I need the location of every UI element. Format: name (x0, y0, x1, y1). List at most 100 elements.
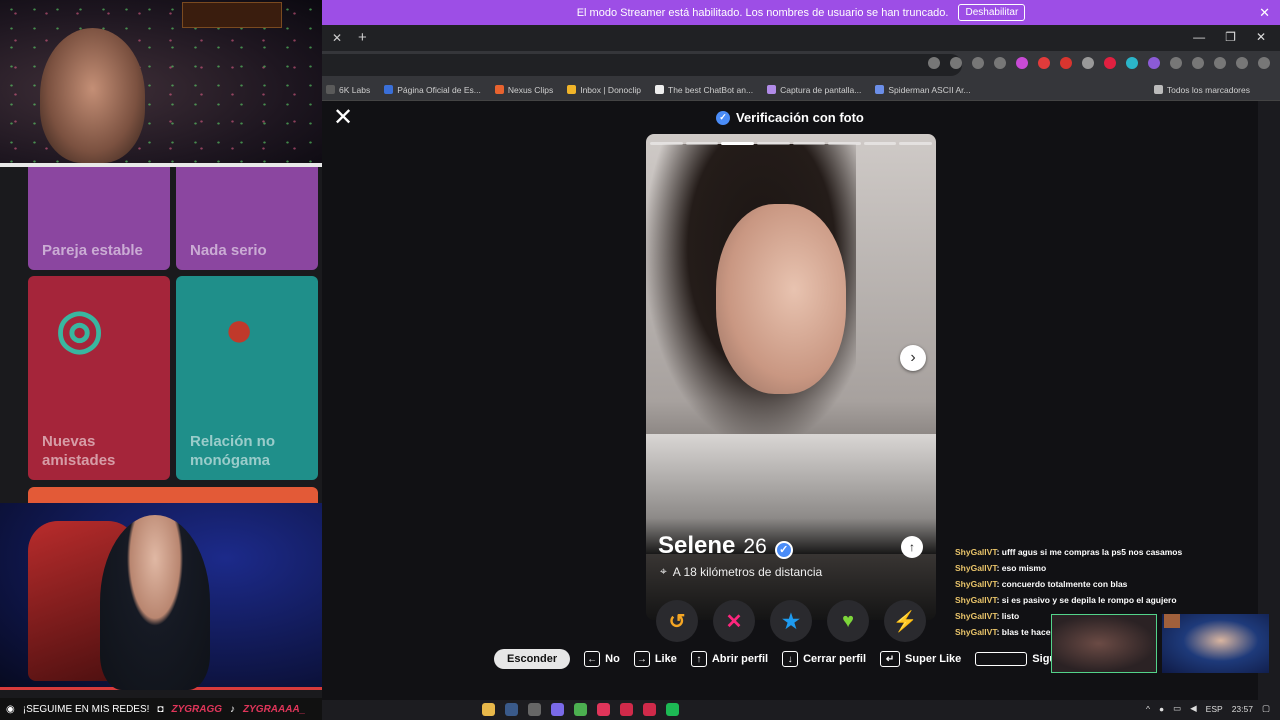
mini-webcam-1 (1051, 614, 1157, 673)
chat-user: ShyGallVT (955, 547, 997, 557)
instagram-icon: ◘ (157, 703, 164, 715)
zoom-icon[interactable] (972, 57, 984, 69)
location-icon[interactable] (928, 57, 940, 69)
steam-icon[interactable] (505, 703, 518, 716)
address-bar[interactable] (322, 54, 962, 76)
chat-user: ShyGallVT (955, 563, 997, 573)
spotify-icon[interactable] (666, 703, 679, 716)
chat-message: ShyGallVT: eso mismo (955, 561, 1255, 577)
language-indicator[interactable]: ESP (1206, 704, 1223, 714)
super-like-icon[interactable]: ★ (770, 600, 812, 642)
enter-key-icon: ↵ (880, 651, 901, 667)
app-icon[interactable] (597, 703, 610, 716)
photo-progress-segment[interactable] (792, 142, 826, 145)
photo-progress-segment[interactable] (721, 142, 754, 145)
volume-icon[interactable]: ◀ (1190, 703, 1197, 714)
new-tab-button[interactable]: + (358, 29, 367, 46)
bookmark-label: Spiderman ASCII Ar... (888, 84, 971, 95)
minimize-button[interactable]: — (1193, 30, 1205, 44)
disable-button[interactable]: Deshabilitar (958, 4, 1026, 21)
nope-icon[interactable]: ✕ (713, 600, 755, 642)
discord-icon[interactable] (551, 703, 564, 716)
bookmark[interactable]: The best ChatBot an... (655, 85, 753, 95)
hide-hints-button[interactable]: Esconder (494, 649, 571, 669)
chat-text: : listo (996, 611, 1020, 621)
chat-text: : si es pasivo y se depila le rompo el a… (996, 595, 1177, 605)
banner-close-icon[interactable]: ✕ (1259, 5, 1270, 21)
hint-label: No (605, 653, 620, 665)
clock[interactable]: 23:57 (1232, 704, 1253, 714)
open-profile-button[interactable]: ↑ (901, 536, 923, 558)
next-photo-button[interactable]: › (900, 345, 926, 371)
all-bookmarks-folder[interactable]: Todos los marcadores (1153, 84, 1250, 95)
bookmark[interactable]: Captura de pantalla... (767, 85, 861, 95)
close-profile-icon[interactable]: ✕ (333, 106, 353, 130)
extension-icon[interactable] (1038, 57, 1050, 69)
camera-icon: ◉ (6, 703, 15, 715)
tiktok-handle: ZYGRAAAA_ (243, 703, 306, 715)
maximize-button[interactable]: ❐ (1225, 30, 1236, 44)
photo-progress-segment[interactable] (756, 142, 790, 145)
photo-progress-segment[interactable] (650, 142, 683, 145)
network-icon[interactable]: ▭ (1173, 703, 1181, 714)
tab-close-icon[interactable]: ✕ (322, 25, 352, 51)
chat-message: ShyGallVT: si es pasivo y se depila le r… (955, 593, 1255, 609)
profile-card[interactable]: › Selene 26 ✓ ⌖ A 18 kilómetros de dista… (646, 134, 936, 620)
close-window-button[interactable]: ✕ (1256, 30, 1266, 44)
notifications-icon[interactable]: ▢ (1262, 703, 1270, 714)
bookmark[interactable]: Spiderman ASCII Ar... (875, 84, 971, 95)
install-icon[interactable] (950, 57, 962, 69)
extension-icon[interactable] (1148, 57, 1160, 69)
webcam-person (100, 515, 210, 690)
photo-face (716, 204, 846, 394)
bookmark[interactable]: Inbox | Donoclip (567, 85, 641, 95)
tile-label: Nada serio (190, 242, 267, 259)
bookmark-label: The best ChatBot an... (668, 84, 754, 95)
extension-icon[interactable] (1126, 57, 1138, 69)
chrome-icon[interactable] (574, 703, 587, 716)
game-overlay (182, 2, 282, 28)
photo-progress-segment[interactable] (899, 142, 932, 145)
bookmark-label: Inbox | Donoclip (580, 84, 642, 95)
scrollbar[interactable] (1258, 101, 1280, 700)
tile-stable-partner[interactable]: Pareja estable (28, 160, 170, 270)
menu-icon[interactable] (1258, 57, 1270, 69)
hint-label: Abrir perfil (711, 653, 769, 665)
photo-progress-segment[interactable] (685, 142, 719, 145)
tiktok-icon: ♪ (230, 703, 236, 715)
tile-new-friends[interactable]: ◎ Nuevas amistades (28, 276, 170, 480)
extension-icon[interactable] (1060, 57, 1072, 69)
rewind-icon[interactable]: ↺ (656, 600, 698, 642)
tile-non-monogamous[interactable]: ● Relación no monógama (176, 276, 318, 480)
extension-icon[interactable] (1170, 57, 1182, 69)
app-icon[interactable] (643, 703, 656, 716)
tray-arrow-icon[interactable]: ^ (1146, 704, 1150, 714)
photo-progress-segment[interactable] (863, 142, 897, 145)
tile-nothing-serious[interactable]: Nada serio (176, 160, 318, 270)
hint-like: → Like (633, 651, 677, 667)
bookmark[interactable]: 6K Labs (326, 85, 370, 95)
bookmark-label: Página Oficial de Es... (397, 84, 481, 95)
hint-close-profile: ↓ Cerrar perfil (782, 651, 866, 667)
extension-icon[interactable] (1104, 57, 1116, 69)
extension-icon[interactable] (1016, 57, 1028, 69)
bookmark[interactable]: Página Oficial de Es... (384, 85, 481, 95)
app-icon[interactable] (528, 703, 541, 716)
like-icon[interactable]: ♥ (827, 600, 869, 642)
media-icon[interactable] (1214, 57, 1226, 69)
bookmark-label: Nexus Clips (507, 84, 554, 95)
bookmark[interactable]: Nexus Clips (494, 84, 554, 95)
social-cta: ¡SEGUIME EN MIS REDES! (22, 703, 150, 715)
extension-icon[interactable] (1082, 57, 1094, 69)
mic-icon[interactable]: ● (1159, 704, 1164, 714)
app-icon[interactable] (620, 703, 633, 716)
puzzle-icon[interactable] (1192, 57, 1204, 69)
boost-icon[interactable]: ⚡ (884, 600, 926, 642)
bookmark-label: Todos los marcadores (1166, 84, 1250, 95)
profile-icon[interactable] (1236, 57, 1248, 69)
chat-user: ShyGallVT (955, 595, 997, 605)
bookmark-star-icon[interactable] (994, 57, 1006, 69)
social-bar: ◉ ¡SEGUIME EN MIS REDES! ◘ ZYGRAGG ♪ ZYG… (0, 698, 322, 720)
photo-progress-segment[interactable] (828, 142, 861, 145)
folder-icon[interactable] (482, 703, 495, 716)
